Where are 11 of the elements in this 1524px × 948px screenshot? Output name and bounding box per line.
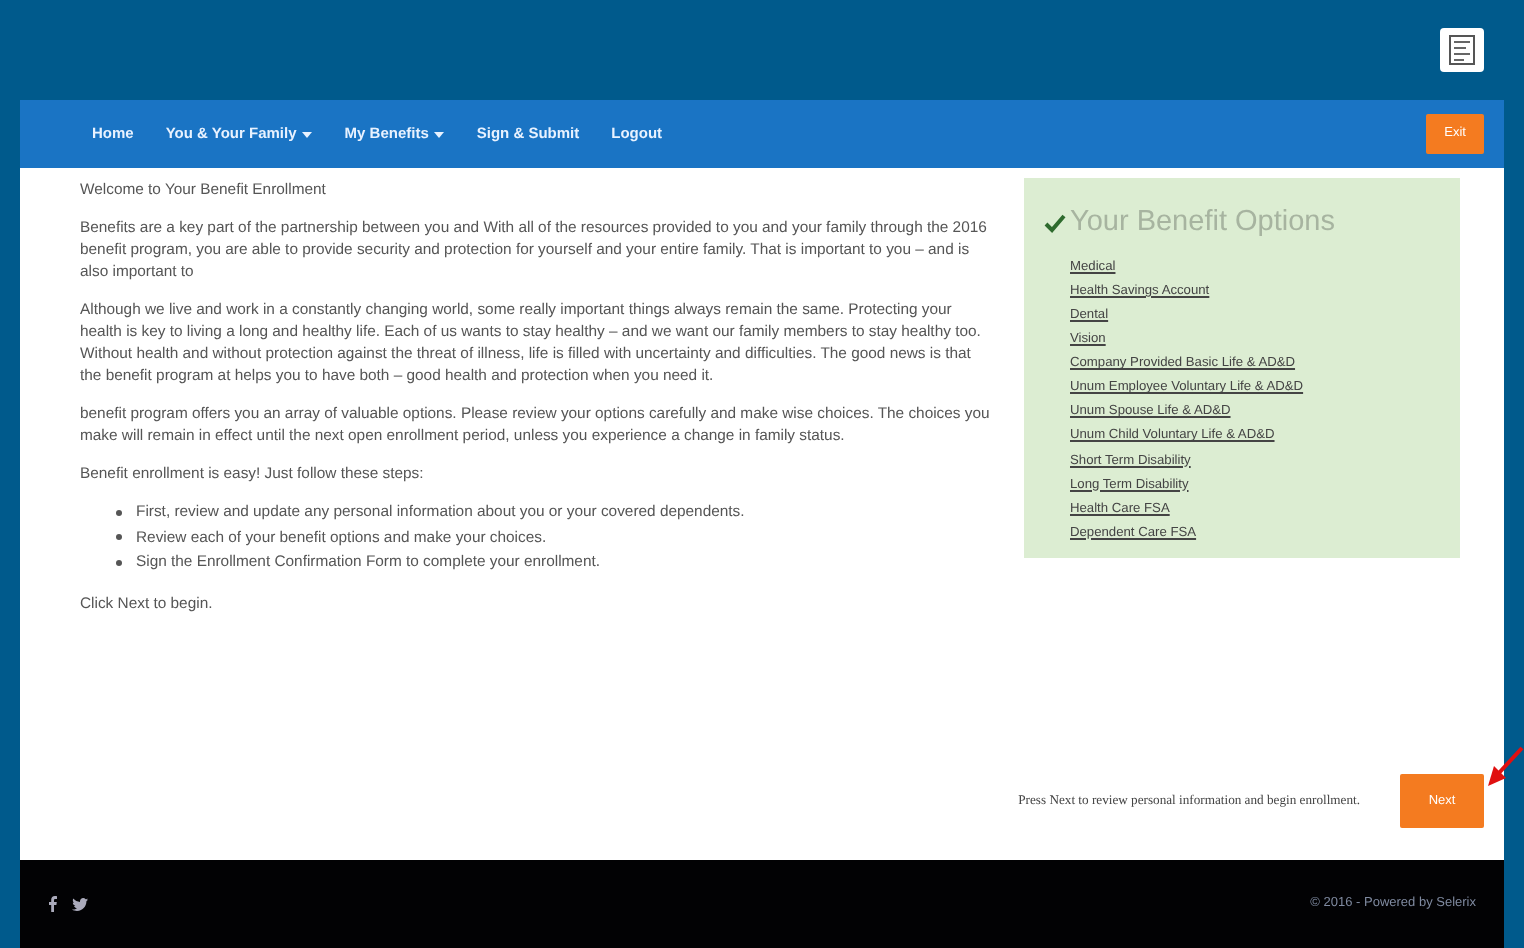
- bullet-icon: [116, 534, 122, 541]
- logo-icon: [1440, 28, 1484, 72]
- bullet-icon: [116, 559, 122, 566]
- caret-icon: [302, 131, 313, 138]
- facebook-icon[interactable]: [48, 896, 58, 912]
- twitter-icon[interactable]: [72, 897, 88, 911]
- checkmark-icon: [1044, 213, 1066, 234]
- options-title: Your Benefit Options: [1070, 204, 1335, 242]
- caret-icon: [434, 131, 445, 138]
- bullet-icon: [116, 509, 122, 516]
- annotation-arrow: [1488, 746, 1524, 786]
